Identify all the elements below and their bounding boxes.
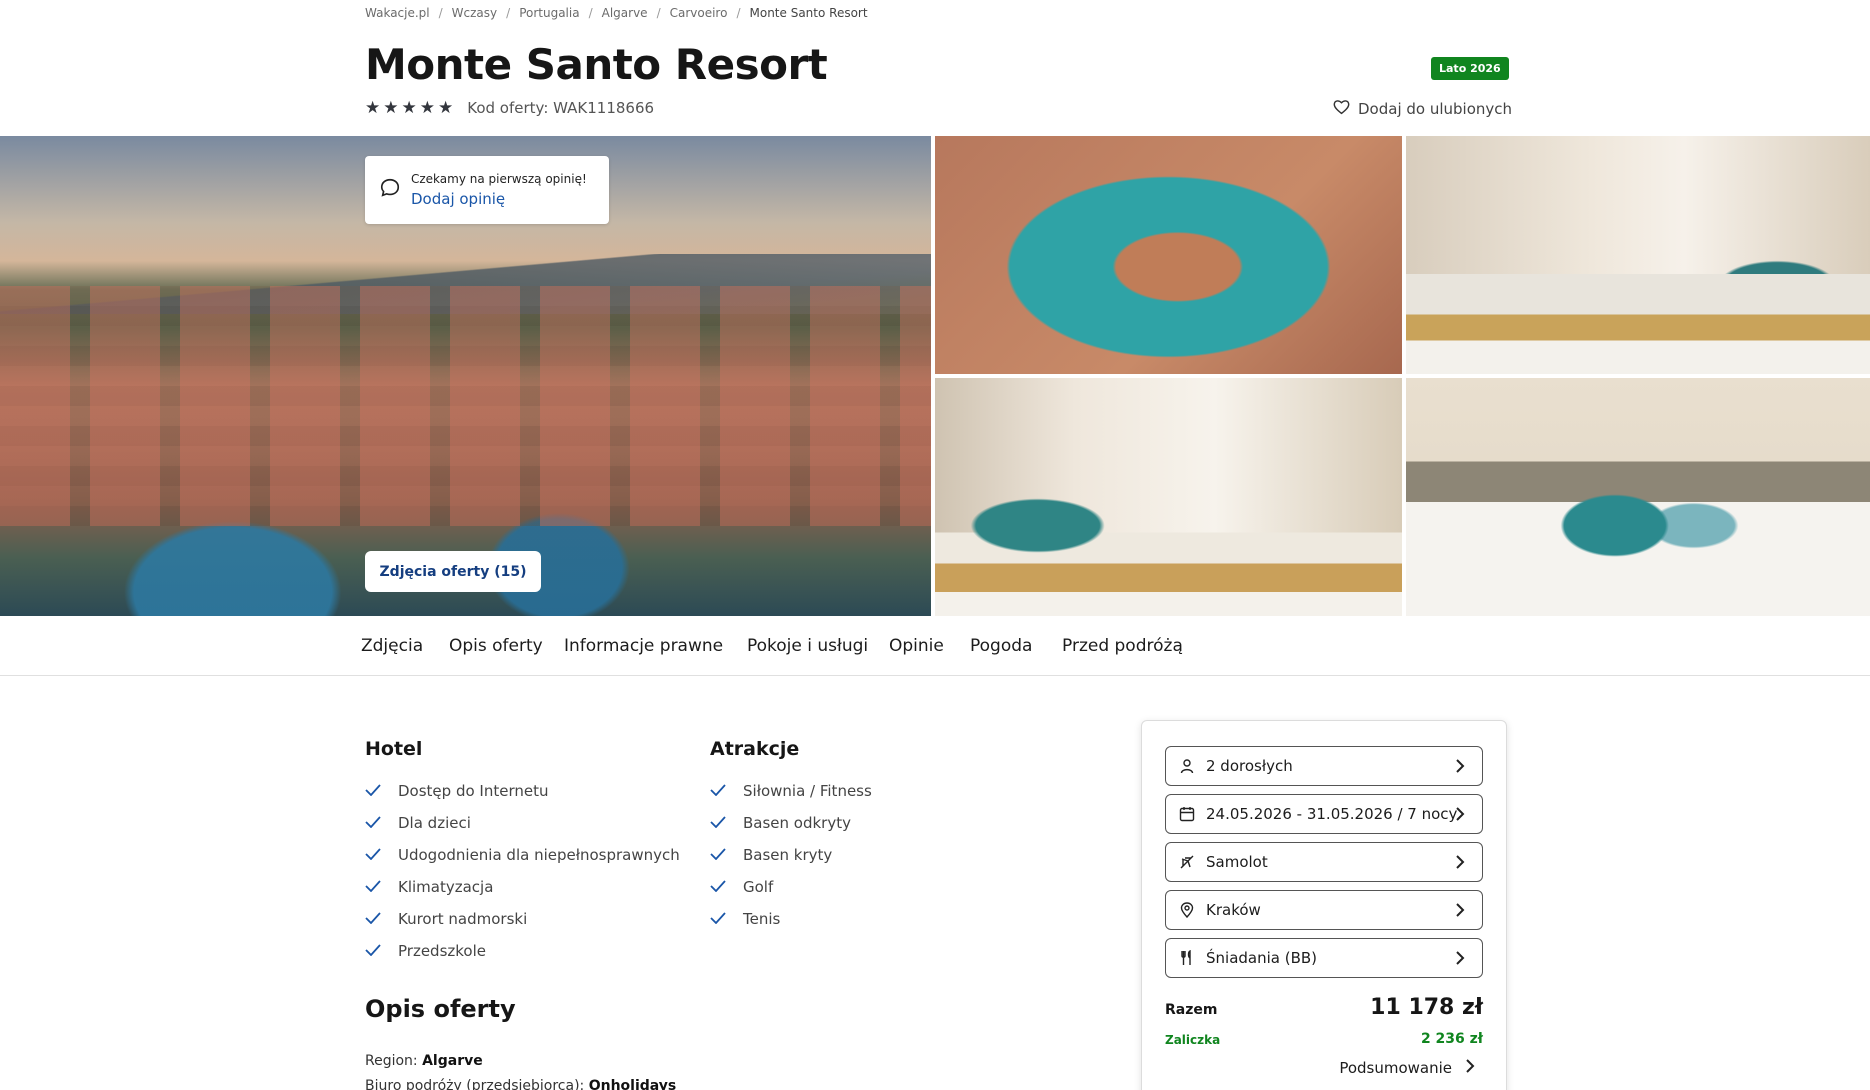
region-info: Region: Algarve	[365, 1053, 483, 1069]
heart-icon	[1333, 99, 1350, 119]
tab-legal-info[interactable]: Informacje prawne	[564, 636, 723, 656]
gallery-photo-pool[interactable]	[935, 136, 1402, 374]
breadcrumb-item-city[interactable]: Carvoeiro	[670, 6, 728, 20]
list-item: Tenis	[710, 910, 780, 928]
tab-before-travel[interactable]: Przed podróżą	[1062, 636, 1183, 656]
chevron-right-icon	[1450, 948, 1470, 972]
breadcrumb: Wakacje.pl / Wczasy / Portugalia / Algar…	[365, 6, 868, 20]
location-pin-icon	[1178, 901, 1196, 919]
breadcrumb-item-category[interactable]: Wczasy	[452, 6, 497, 20]
offer-description-title: Opis oferty	[365, 995, 516, 1023]
check-icon	[710, 782, 728, 800]
gallery-photo-room-1[interactable]	[1406, 136, 1870, 374]
list-item: Basen kryty	[710, 846, 832, 864]
transport-value: Samolot	[1206, 853, 1268, 871]
offer-photos-button[interactable]: Zdjęcia oferty (15)	[365, 551, 541, 592]
breadcrumb-item-region[interactable]: Algarve	[602, 6, 648, 20]
deposit-label: Zaliczka	[1165, 1033, 1221, 1047]
offer-code: Kod oferty: WAK1118666	[467, 99, 655, 117]
breadcrumb-separator: /	[736, 6, 741, 20]
board-selector[interactable]: Śniadania (BB)	[1165, 938, 1483, 978]
section-tabs: Zdjęcia Opis oferty Informacje prawne Po…	[0, 616, 1870, 676]
list-item: Klimatyzacja	[365, 878, 493, 896]
breadcrumb-item-country[interactable]: Portugalia	[519, 6, 579, 20]
check-icon	[365, 942, 383, 960]
list-item: Dostęp do Internetu	[365, 782, 548, 800]
attractions-title: Atrakcje	[710, 738, 800, 760]
list-item: Dla dzieci	[365, 814, 471, 832]
check-icon	[365, 878, 383, 896]
person-icon	[1178, 757, 1196, 775]
breadcrumb-separator: /	[506, 6, 511, 20]
dates-value: 24.05.2026 - 31.05.2026 / 7 nocy	[1206, 805, 1458, 823]
chevron-right-icon	[1450, 804, 1470, 828]
breadcrumb-item-home[interactable]: Wakacje.pl	[365, 6, 430, 20]
check-icon	[710, 910, 728, 928]
check-icon	[365, 910, 383, 928]
breadcrumb-separator: /	[588, 6, 593, 20]
gallery-photo-room-3[interactable]	[1406, 378, 1870, 616]
breadcrumb-separator: /	[656, 6, 661, 20]
tab-rooms-services[interactable]: Pokoje i usługi	[747, 636, 868, 656]
rating-row: ★ ★ ★ ★ ★ Kod oferty: WAK1118666	[365, 98, 654, 118]
chevron-right-icon	[1462, 1057, 1478, 1079]
airplane-icon	[1178, 853, 1196, 871]
list-item: Udogodnienia dla niepełnosprawnych	[365, 846, 680, 864]
photo-gallery	[0, 136, 1870, 616]
list-item: Przedszkole	[365, 942, 486, 960]
tab-photos[interactable]: Zdjęcia	[361, 636, 423, 656]
star-icon: ★	[383, 98, 399, 118]
region-value: Algarve	[422, 1053, 483, 1069]
star-rating: ★ ★ ★ ★ ★	[365, 98, 453, 118]
travelers-selector[interactable]: 2 dorosłych	[1165, 746, 1483, 786]
star-icon: ★	[401, 98, 417, 118]
booking-panel: 2 dorosłych 24.05.2026 - 31.05.2026 / 7 …	[1141, 720, 1507, 1090]
star-icon: ★	[365, 98, 381, 118]
travelers-value: 2 dorosłych	[1206, 757, 1293, 775]
total-label: Razem	[1165, 1002, 1218, 1018]
list-item: Basen odkryty	[710, 814, 851, 832]
deposit-price: 2 236 zł	[1420, 1031, 1483, 1047]
review-prompt: Czekamy na pierwszą opinię!	[411, 172, 587, 186]
review-card: Czekamy na pierwszą opinię! Dodaj opinię	[365, 156, 609, 224]
check-icon	[710, 878, 728, 896]
board-value: Śniadania (BB)	[1206, 949, 1318, 967]
check-icon	[710, 814, 728, 832]
check-icon	[365, 814, 383, 832]
hotel-features-title: Hotel	[365, 738, 423, 760]
star-icon: ★	[438, 98, 454, 118]
favorites-label: Dodaj do ulubionych	[1358, 100, 1513, 118]
chat-bubble-icon	[379, 177, 401, 203]
tab-offer-description[interactable]: Opis oferty	[449, 636, 543, 656]
chevron-right-icon	[1450, 852, 1470, 876]
check-icon	[365, 846, 383, 864]
list-item: Siłownia / Fitness	[710, 782, 872, 800]
departure-selector[interactable]: Kraków	[1165, 890, 1483, 930]
page-title: Monte Santo Resort	[365, 40, 828, 89]
departure-value: Kraków	[1206, 901, 1261, 919]
star-icon: ★	[419, 98, 435, 118]
gallery-photo-room-2[interactable]	[935, 378, 1402, 616]
breadcrumb-separator: /	[438, 6, 443, 20]
add-to-favorites-button[interactable]: Dodaj do ulubionych	[1333, 99, 1512, 119]
chevron-right-icon	[1450, 756, 1470, 780]
agency-value: Onholidays	[588, 1078, 677, 1090]
tab-weather[interactable]: Pogoda	[970, 636, 1032, 656]
chevron-right-icon	[1450, 900, 1470, 924]
add-review-link[interactable]: Dodaj opinię	[411, 190, 587, 208]
list-item: Kurort nadmorski	[365, 910, 527, 928]
agency-info: Biuro podróży (przedsiębiorca): Onholida…	[365, 1078, 676, 1090]
breadcrumb-item-current: Monte Santo Resort	[749, 6, 868, 20]
check-icon	[365, 782, 383, 800]
summary-link[interactable]: Podsumowanie	[1339, 1057, 1478, 1079]
total-price: 11 178 zł	[1370, 995, 1483, 1020]
list-item: Golf	[710, 878, 773, 896]
calendar-icon	[1178, 805, 1196, 823]
tab-reviews[interactable]: Opinie	[889, 636, 944, 656]
cutlery-icon	[1178, 949, 1196, 967]
season-badge: Lato 2026	[1431, 57, 1509, 80]
check-icon	[710, 846, 728, 864]
transport-selector[interactable]: Samolot	[1165, 842, 1483, 882]
dates-selector[interactable]: 24.05.2026 - 31.05.2026 / 7 nocy	[1165, 794, 1483, 834]
